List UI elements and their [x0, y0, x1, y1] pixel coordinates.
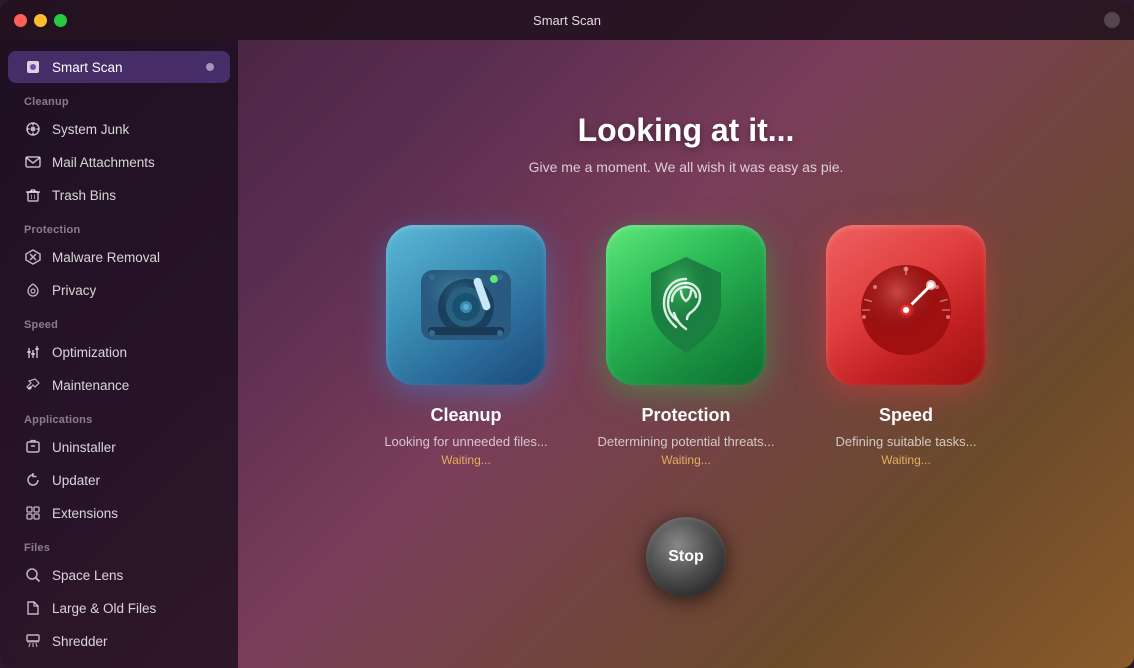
cleanup-card-status: Looking for unneeded files... [384, 434, 547, 449]
space-lens-icon [24, 566, 42, 584]
main-content: Looking at it... Give me a moment. We al… [238, 40, 1134, 668]
sidebar-item-label: Mail Attachments [52, 155, 155, 170]
optimization-icon [24, 343, 42, 361]
sidebar-item-space-lens[interactable]: Space Lens [8, 559, 230, 591]
protection-card: Protection Determining potential threats… [591, 225, 781, 467]
sidebar-item-mail-attachments[interactable]: Mail Attachments [8, 146, 230, 178]
speed-card-name: Speed [879, 405, 933, 426]
sidebar: Smart Scan Cleanup System Junk [0, 40, 238, 668]
speed-icon [826, 225, 986, 385]
sidebar-item-label: System Junk [52, 122, 129, 137]
protection-icon [606, 225, 766, 385]
scan-subtext: Give me a moment. We all wish it was eas… [529, 159, 844, 175]
title-bar-action-button[interactable] [1104, 12, 1120, 28]
sidebar-item-shredder[interactable]: Shredder [8, 625, 230, 657]
speed-card-status: Defining suitable tasks... [836, 434, 977, 449]
close-button[interactable] [14, 14, 27, 27]
cleanup-card-name: Cleanup [430, 405, 501, 426]
sidebar-item-malware-removal[interactable]: Malware Removal [8, 241, 230, 273]
app-window: Smart Scan Smart Scan Cleanup [0, 0, 1134, 668]
extensions-icon [24, 504, 42, 522]
window-title: Smart Scan [533, 13, 601, 28]
sidebar-item-label: Smart Scan [52, 60, 123, 75]
sidebar-item-extensions[interactable]: Extensions [8, 497, 230, 529]
sidebar-item-label: Privacy [52, 283, 96, 298]
shredder-icon [24, 632, 42, 650]
active-indicator [206, 63, 214, 71]
smart-scan-icon [24, 58, 42, 76]
speed-card: Speed Defining suitable tasks... Waiting… [811, 225, 1001, 467]
sidebar-item-label: Space Lens [52, 568, 123, 583]
stop-button[interactable]: Stop [646, 517, 726, 597]
scan-cards: Cleanup Looking for unneeded files... Wa… [371, 225, 1001, 467]
sidebar-item-updater[interactable]: Updater [8, 464, 230, 496]
sidebar-item-system-junk[interactable]: System Junk [8, 113, 230, 145]
section-label-protection: Protection [0, 212, 238, 240]
cleanup-card: Cleanup Looking for unneeded files... Wa… [371, 225, 561, 467]
sidebar-item-label: Malware Removal [52, 250, 160, 265]
scan-headline: Looking at it... [578, 112, 795, 149]
sidebar-item-label: Shredder [52, 634, 108, 649]
updater-icon [24, 471, 42, 489]
system-junk-icon [24, 120, 42, 138]
privacy-icon [24, 281, 42, 299]
minimize-button[interactable] [34, 14, 47, 27]
trash-icon [24, 186, 42, 204]
cleanup-card-waiting: Waiting... [441, 453, 491, 467]
sidebar-item-smart-scan[interactable]: Smart Scan [8, 51, 230, 83]
title-bar: Smart Scan [0, 0, 1134, 40]
sidebar-item-trash-bins[interactable]: Trash Bins [8, 179, 230, 211]
section-label-files: Files [0, 530, 238, 558]
cleanup-icon [386, 225, 546, 385]
speed-card-waiting: Waiting... [881, 453, 931, 467]
maintenance-icon [24, 376, 42, 394]
traffic-lights [14, 14, 67, 27]
section-label-cleanup: Cleanup [0, 84, 238, 112]
sidebar-item-maintenance[interactable]: Maintenance [8, 369, 230, 401]
sidebar-item-uninstaller[interactable]: Uninstaller [8, 431, 230, 463]
protection-card-status: Determining potential threats... [597, 434, 774, 449]
sidebar-item-label: Optimization [52, 345, 127, 360]
sidebar-item-optimization[interactable]: Optimization [8, 336, 230, 368]
sidebar-item-label: Large & Old Files [52, 601, 156, 616]
mail-icon [24, 153, 42, 171]
uninstaller-icon [24, 438, 42, 456]
large-files-icon [24, 599, 42, 617]
sidebar-item-label: Maintenance [52, 378, 129, 393]
sidebar-item-large-old-files[interactable]: Large & Old Files [8, 592, 230, 624]
protection-card-waiting: Waiting... [661, 453, 711, 467]
sidebar-item-label: Extensions [52, 506, 118, 521]
sidebar-item-label: Trash Bins [52, 188, 116, 203]
section-label-speed: Speed [0, 307, 238, 335]
sidebar-item-privacy[interactable]: Privacy [8, 274, 230, 306]
section-label-applications: Applications [0, 402, 238, 430]
sidebar-item-label: Updater [52, 473, 100, 488]
malware-icon [24, 248, 42, 266]
sidebar-item-label: Uninstaller [52, 440, 116, 455]
maximize-button[interactable] [54, 14, 67, 27]
protection-card-name: Protection [641, 405, 730, 426]
